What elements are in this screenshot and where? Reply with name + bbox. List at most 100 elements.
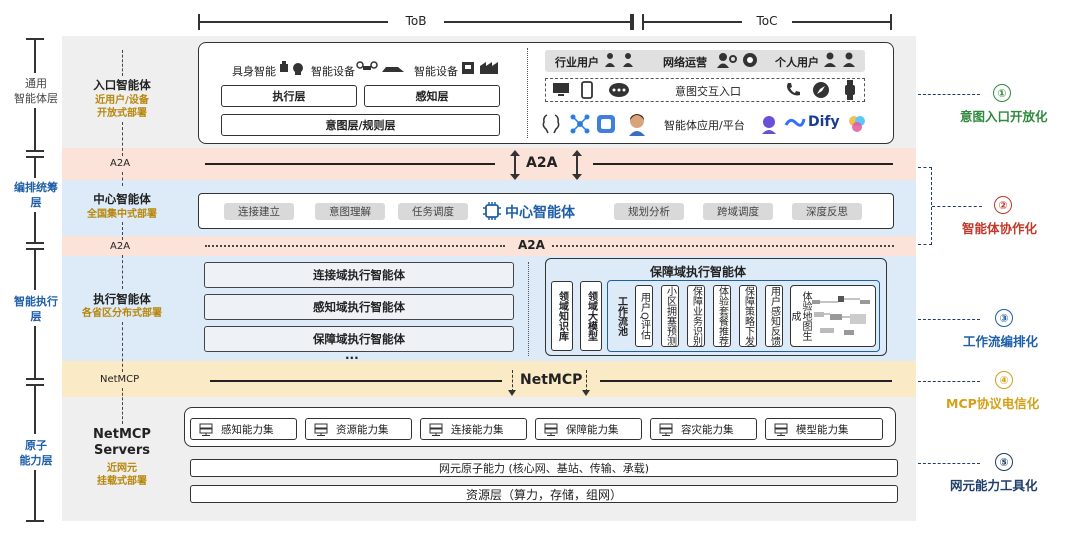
ai-chip-icon xyxy=(483,202,501,220)
chat-icon xyxy=(609,83,629,97)
right-num-3: ③ xyxy=(995,309,1013,327)
toc-bracket: ToC xyxy=(642,14,892,30)
watch-icon xyxy=(845,80,855,100)
perception-layer-box: 感知层 xyxy=(364,85,500,107)
a2a-label-2: A2A xyxy=(110,241,131,252)
chip-plan: 规划分析 xyxy=(614,203,684,220)
workflow-congestion: 小区拥塞预测 xyxy=(661,285,679,347)
center-agent-sub: 全国集中式部署 xyxy=(87,209,157,220)
netmcp-main-label: NetMCP xyxy=(520,372,583,388)
servers-sub-1: 近网元 xyxy=(107,463,137,474)
resource-layer-bar: 资源层（算力，存储，组网） xyxy=(190,485,898,503)
left-label-orchestration: 编排统筹 层 xyxy=(14,181,58,209)
right-num-1: ① xyxy=(993,84,1011,102)
industry-user-label: 行业用户 xyxy=(555,56,599,69)
exec-agent-title: 执行智能体 xyxy=(93,292,151,306)
workflow-graph-icon xyxy=(812,296,870,335)
entry-agent-title: 入口智能体 xyxy=(93,78,151,92)
domain-model: 领域大模型 xyxy=(580,281,602,351)
exec-divider xyxy=(528,262,529,356)
cap-disaster: 容灾能力集 xyxy=(650,418,757,440)
swirl-logo-icon xyxy=(784,118,806,127)
toc-label: ToC xyxy=(756,14,778,28)
a2a-label-1: A2A xyxy=(110,158,131,169)
cap-perception: 感知能力集 xyxy=(190,418,297,440)
domain-knowledge-base: 领域知识库 xyxy=(551,281,573,351)
right-connector-3 xyxy=(918,319,980,320)
left-label-atomic: 原子 能力层 xyxy=(19,439,53,467)
servers-sub-2: 挂载式部署 xyxy=(97,476,147,487)
workflow-user-q: 用户Q评估 xyxy=(635,285,653,347)
right-label-1: 意图入口开放化 xyxy=(960,109,1048,124)
cap-connect: 连接能力集 xyxy=(420,418,527,440)
right-num-4: ④ xyxy=(995,371,1013,389)
right-label-5: 网元能力工具化 xyxy=(950,478,1038,493)
chip-reflect: 深度反思 xyxy=(792,203,862,220)
a2a-line-right xyxy=(593,163,893,165)
chip-intent: 意图理解 xyxy=(315,203,385,220)
servers-title-2: Servers xyxy=(93,443,151,458)
right-label-3: 工作流编排化 xyxy=(963,334,1039,349)
center-agent-box-title: 中心智能体 xyxy=(505,205,575,221)
server-icon xyxy=(429,423,443,436)
intent-layer-box: 意图层/规则层 xyxy=(221,114,500,136)
right-connector-5 xyxy=(918,463,980,464)
entry-agent-sub1: 近用户/设备 xyxy=(95,95,149,106)
band-netmcp xyxy=(62,361,916,397)
embodied-label: 具身智能 xyxy=(232,65,276,78)
monitor-icon xyxy=(553,83,569,96)
a2a-dotted-left xyxy=(205,245,505,247)
guarantee-detail-title: 保障域执行智能体 xyxy=(650,265,747,279)
dify-logo: Dify xyxy=(808,114,840,130)
brain-icon xyxy=(542,114,560,134)
personal-user-icon xyxy=(824,52,855,67)
right-connector-1 xyxy=(918,94,980,95)
server-icon xyxy=(774,423,788,436)
call-icon xyxy=(787,83,800,96)
cap-resource: 资源能力集 xyxy=(305,418,412,440)
netmcp-arrow-down-right xyxy=(586,370,587,392)
netmcp-line-right xyxy=(600,380,892,382)
device-label-2: 智能设备 xyxy=(414,65,458,78)
server-icon xyxy=(314,423,328,436)
compass-icon xyxy=(813,82,829,98)
workflow-package: 体验套餐推荐 xyxy=(713,285,731,347)
center-agent-title: 中心智能体 xyxy=(93,192,151,206)
phone-icon xyxy=(581,81,593,99)
cap-guarantee: 保障能力集 xyxy=(535,418,642,440)
server-icon xyxy=(199,423,213,436)
left-label-execution: 智能执行 层 xyxy=(14,295,58,323)
a2a-dotted-right xyxy=(552,245,894,247)
atomic-capability-bar: 网元原子能力 (核心网、基站、传输、承载) xyxy=(190,459,898,477)
right-bracket-2 xyxy=(918,167,932,245)
intent-entry-label: 意图交互入口 xyxy=(675,85,741,98)
exec-perception: 感知域执行智能体 xyxy=(204,294,514,320)
cap-resource-label: 资源能力集 xyxy=(336,423,389,436)
exec-layer-box: 执行层 xyxy=(221,85,357,107)
workflow-service-id: 保障业务识别 xyxy=(687,285,705,347)
workflow-map: 体验地图生成 xyxy=(789,291,811,341)
cap-perception-label: 感知能力集 xyxy=(221,423,274,436)
toc-divider-left xyxy=(630,14,632,30)
workflow-strategy: 保障策略下发 xyxy=(739,285,757,347)
cap-guarantee-label: 保障能力集 xyxy=(566,423,619,436)
right-label-2: 智能体协作化 xyxy=(962,221,1038,236)
personal-user-label: 个人用户 xyxy=(775,56,819,69)
agent-platform-label: 智能体应用/平台 xyxy=(664,119,745,132)
right-label-4: MCP协议电信化 xyxy=(946,396,1040,411)
network-nodes-icon xyxy=(570,114,590,134)
tob-label: ToB xyxy=(405,14,427,28)
industry-user-icon xyxy=(605,53,633,67)
exec-ellipsis: ... xyxy=(345,348,359,362)
tob-bracket: ToB xyxy=(198,14,634,30)
colorful-logo-icon xyxy=(849,116,865,132)
right-num-2: ② xyxy=(994,196,1012,214)
server-icon xyxy=(544,423,558,436)
a2a-main-label: A2A xyxy=(526,155,558,171)
entry-agent-sub2: 开放式部署 xyxy=(97,108,147,119)
device-label-1: 智能设备 xyxy=(311,65,355,78)
left-label-general: 通用 智能体层 xyxy=(14,77,58,105)
exec-guarantee: 保障域执行智能体 xyxy=(204,326,514,352)
workflow-pool-label: 工作流池 xyxy=(615,296,627,336)
right-connector-4 xyxy=(918,381,980,382)
